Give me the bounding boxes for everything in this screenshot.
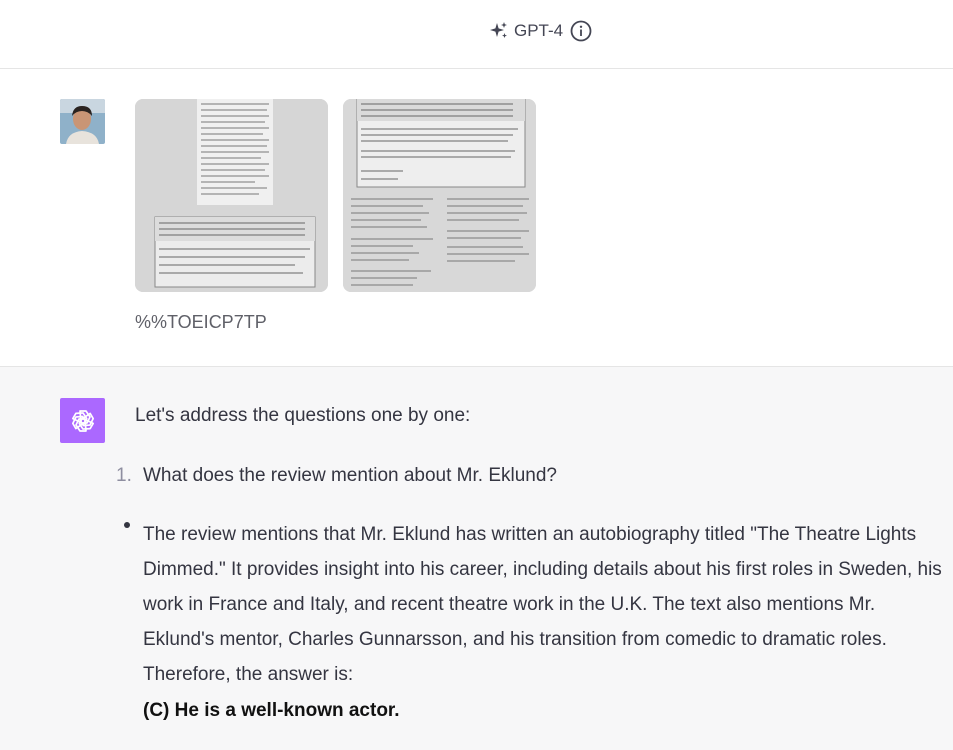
attachment-image-2[interactable] [343, 99, 536, 292]
user-message-text: %%TOEICP7TP [135, 312, 267, 332]
intro-text: Let's address the questions one by one: [135, 405, 471, 426]
assistant-message: Let's address the questions one by one: … [0, 367, 953, 750]
explanation-paragraph: The review mentions that Mr. Eklund has … [143, 524, 942, 685]
user-message: %%TOEICP7TP [0, 69, 953, 367]
top-bar: GPT-4 [0, 0, 953, 69]
attachment-image-1[interactable] [135, 99, 328, 292]
model-name: GPT-4 [514, 21, 564, 40]
answer-text: (C) He is a well-known actor. [143, 700, 400, 721]
sparkle-icon [490, 22, 507, 38]
model-selector[interactable]: GPT-4 [489, 18, 592, 44]
openai-logo-icon [60, 398, 105, 443]
info-icon[interactable] [570, 20, 592, 42]
list-number: 1. [116, 465, 132, 486]
question-text: What does the review mention about Mr. E… [143, 465, 558, 486]
bullet-icon [124, 522, 130, 528]
user-avatar [60, 99, 105, 144]
